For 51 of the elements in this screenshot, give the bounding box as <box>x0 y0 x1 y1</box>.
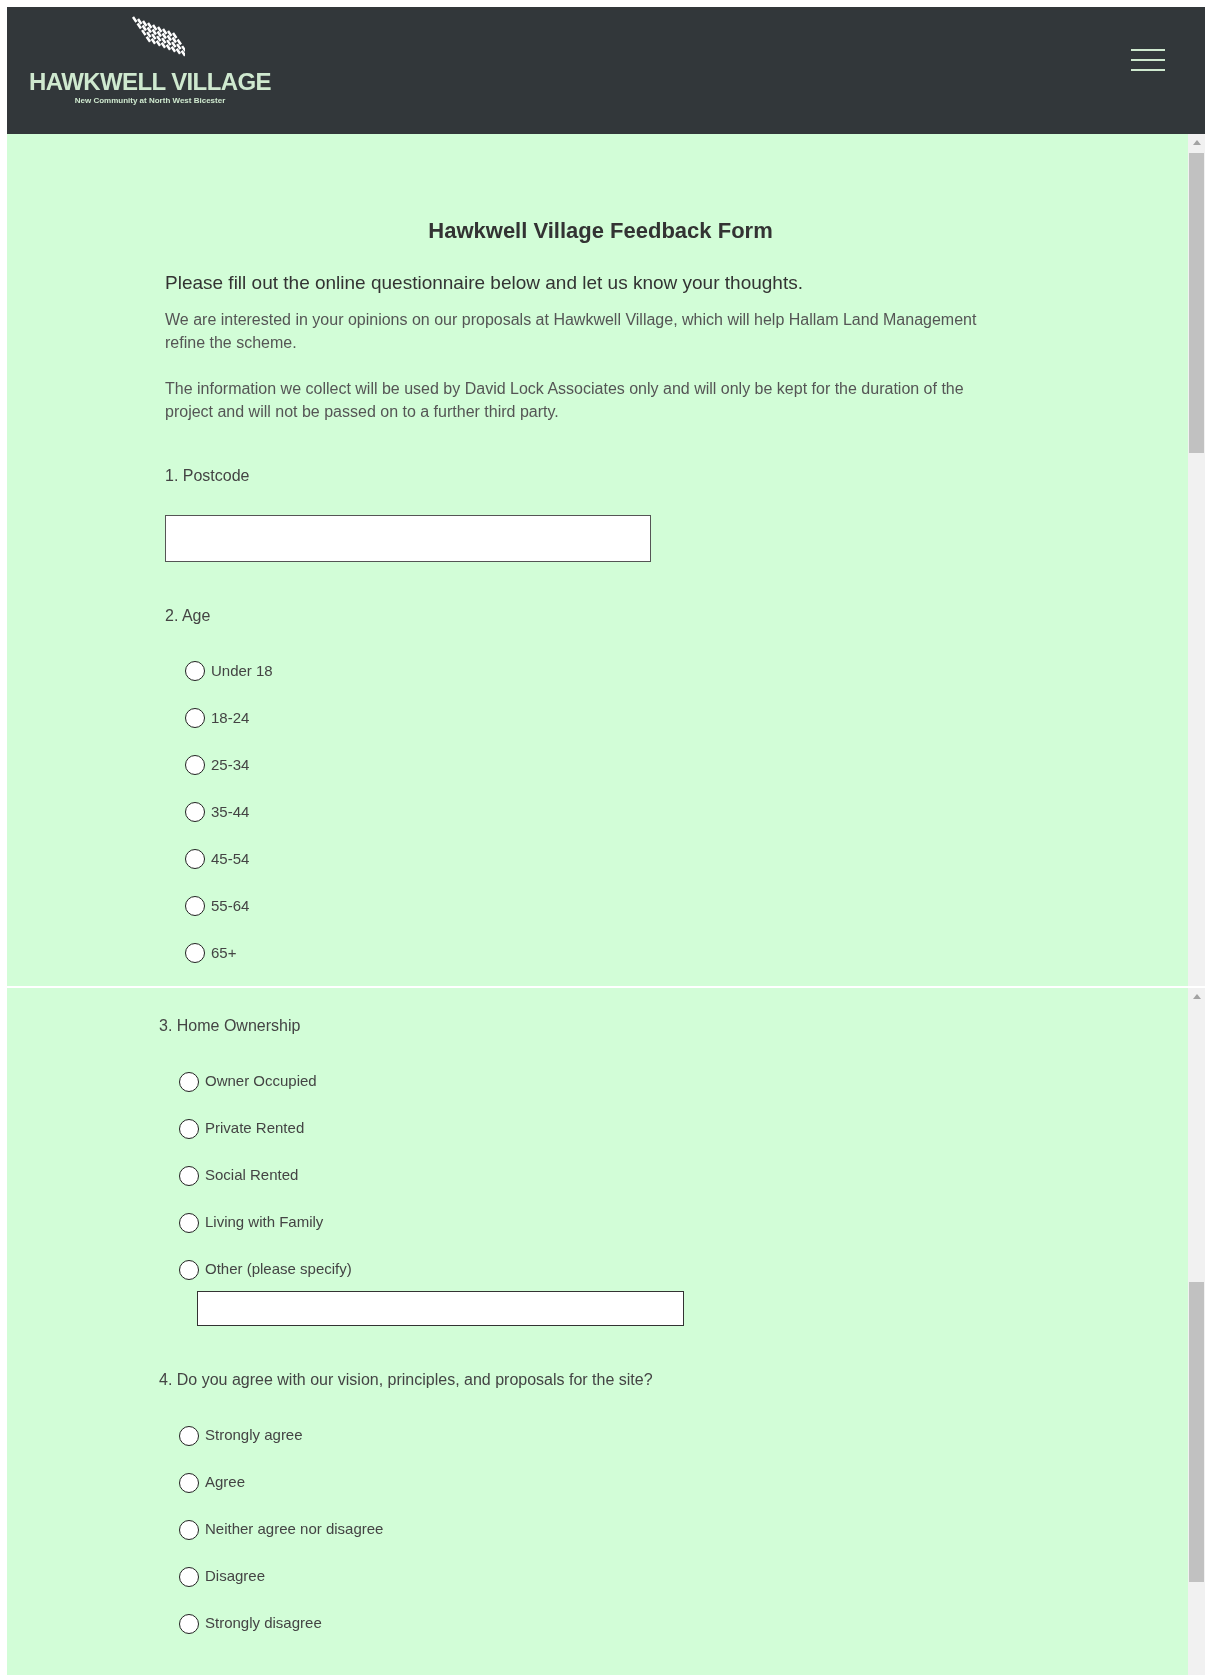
radio-button[interactable] <box>179 1425 199 1446</box>
option-label: 55-64 <box>211 895 250 916</box>
option-label: Social Rented <box>205 1165 299 1186</box>
option-label: 35-44 <box>211 801 250 822</box>
intro-paragraph: The information we collect will be used by David Lock Associates only and will only be kept for the duration of the project and will not be passed on to a further third party. <box>165 378 965 422</box>
radio-button[interactable] <box>185 943 205 963</box>
scrollbar[interactable] <box>1188 134 1205 986</box>
radio-button[interactable] <box>185 755 205 775</box>
option-label: 45-54 <box>211 848 250 869</box>
question-label: 3. Home Ownership <box>159 1016 302 1036</box>
scrollbar-thumb[interactable] <box>1189 1282 1204 1582</box>
radio-button[interactable] <box>179 1212 199 1233</box>
question-label: 4. Do you agree with our vision, principles, and proposals for the site? <box>159 1370 654 1390</box>
logo-title: HAWKWELL VILLAGE <box>29 69 271 95</box>
option-label: Owner Occupied <box>205 1071 317 1092</box>
intro-paragraph: We are interested in your opinions on our proposals at Hawkwell Village, which will help Hallam Land Management refine the scheme. <box>165 309 978 353</box>
radio-button[interactable] <box>179 1519 199 1540</box>
option-label: Disagree <box>205 1566 266 1587</box>
radio-button[interactable] <box>185 802 205 822</box>
radio-button[interactable] <box>185 849 205 869</box>
radio-button[interactable] <box>179 1071 199 1092</box>
option-label: Strongly disagree <box>205 1613 322 1634</box>
text-field[interactable] <box>165 514 651 562</box>
question-label: 2. Age <box>165 605 212 626</box>
scrollbar-thumb[interactable] <box>1189 153 1204 453</box>
option-label: Other (please specify) <box>205 1259 352 1280</box>
radio-button[interactable] <box>179 1259 199 1280</box>
option-label: Under 18 <box>211 660 273 681</box>
logo-tagline: New Community at North West Bicester <box>74 95 226 107</box>
radio-button[interactable] <box>185 896 205 916</box>
option-label: 25-34 <box>211 754 250 775</box>
form-title: Hawkwell Village Feedback Form <box>428 217 773 245</box>
option-label: Private Rented <box>205 1118 305 1139</box>
other-text-field[interactable] <box>197 1291 684 1326</box>
radio-button[interactable] <box>179 1472 199 1493</box>
radio-button[interactable] <box>185 661 205 681</box>
option-label: Living with Family <box>205 1212 324 1233</box>
radio-button[interactable] <box>179 1165 199 1186</box>
option-label: 65+ <box>211 942 237 963</box>
form-subtitle: Please fill out the online questionnaire below and let us know your thoughts. <box>165 271 804 295</box>
radio-button[interactable] <box>179 1566 199 1587</box>
option-label: Neither agree nor disagree <box>205 1519 384 1540</box>
option-label: 18-24 <box>211 707 250 728</box>
radio-button[interactable] <box>179 1613 199 1634</box>
question-label: 1. Postcode <box>165 465 251 486</box>
option-label: Agree <box>205 1472 246 1493</box>
option-label: Strongly agree <box>205 1425 303 1446</box>
scrollbar[interactable] <box>1188 988 1205 1675</box>
radio-button[interactable] <box>185 708 205 728</box>
radio-button[interactable] <box>179 1118 199 1139</box>
menu-icon[interactable] <box>1131 49 1165 71</box>
